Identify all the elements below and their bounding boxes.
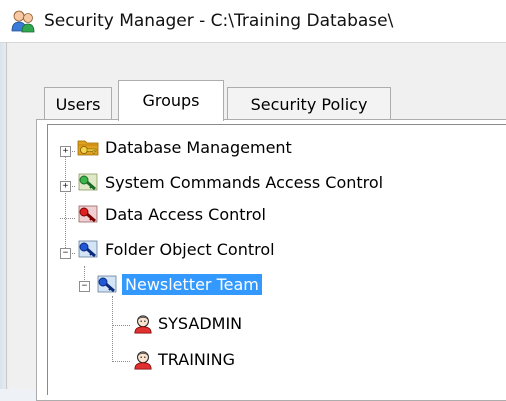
security-manager-window: Security Manager - C:\Training Database\… <box>0 0 506 401</box>
red-key-icon <box>78 205 98 223</box>
tree-connector <box>112 361 130 362</box>
title-bar[interactable]: Security Manager - C:\Training Database\ <box>0 0 506 42</box>
folder-key-icon <box>77 140 99 156</box>
tree-item-training[interactable]: TRAINING <box>158 350 235 369</box>
expander-glyph: − <box>62 248 69 258</box>
tree-connector <box>65 156 66 258</box>
expand-system-commands[interactable]: + <box>60 181 71 192</box>
tab-users-label: Users <box>55 94 101 114</box>
blue-key-icon <box>78 240 98 258</box>
user-icon <box>134 315 152 334</box>
tree-item-database-management[interactable]: Database Management <box>105 138 292 157</box>
expand-database-management[interactable]: + <box>60 146 71 157</box>
users-group-icon <box>11 10 35 33</box>
tab-security-policy[interactable]: Security Policy <box>227 87 391 120</box>
tree-item-sysadmin[interactable]: SYSADMIN <box>158 314 242 333</box>
tree-item-data-access-control[interactable]: Data Access Control <box>105 205 266 224</box>
window-title: Security Manager - C:\Training Database\ <box>44 11 394 31</box>
groups-tree-view[interactable] <box>47 124 506 395</box>
blue-key-icon <box>97 275 117 293</box>
tree-item-folder-object-control[interactable]: Folder Object Control <box>105 240 275 259</box>
expander-glyph: + <box>62 146 69 156</box>
tree-connector <box>60 218 75 219</box>
tree-connector <box>112 296 113 362</box>
user-icon <box>134 351 152 370</box>
tree-item-system-commands-access-control[interactable]: System Commands Access Control <box>105 173 383 192</box>
titlebar-divider <box>0 42 506 43</box>
collapse-folder-object-control[interactable]: − <box>60 248 71 259</box>
tree-connector <box>112 325 130 326</box>
green-key-icon <box>78 173 98 191</box>
tab-groups-label: Groups <box>142 90 200 110</box>
expander-glyph: + <box>62 181 69 191</box>
window-edge-shadow <box>0 0 10 389</box>
tree-item-newsletter-team[interactable]: Newsletter Team <box>122 274 262 295</box>
window-left-border <box>6 42 7 389</box>
collapse-newsletter-team[interactable]: − <box>79 281 90 292</box>
tab-groups[interactable]: Groups <box>118 80 224 121</box>
expander-glyph: − <box>81 281 88 291</box>
tab-users[interactable]: Users <box>44 87 112 120</box>
tab-security-policy-label: Security Policy <box>250 94 368 114</box>
